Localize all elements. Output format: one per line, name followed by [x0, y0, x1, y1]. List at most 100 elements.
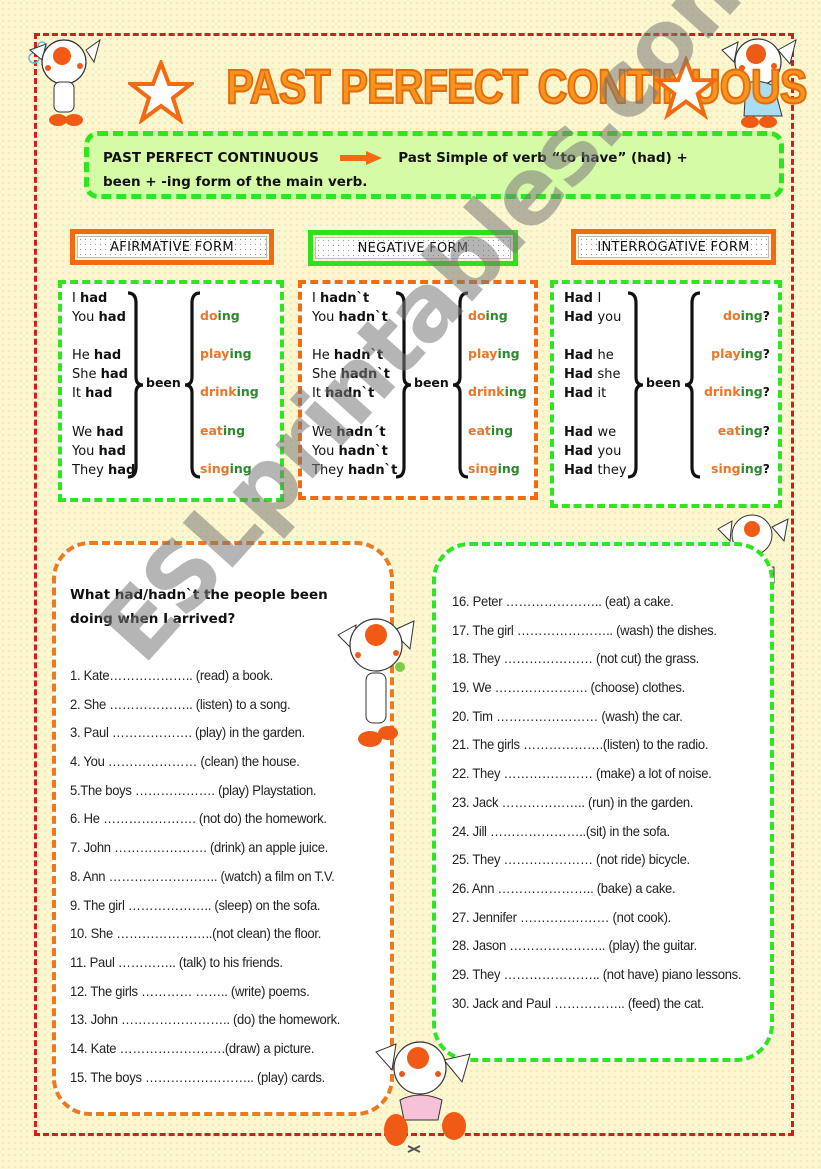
- verb-stem: eat: [200, 423, 223, 438]
- pronoun: he: [597, 348, 614, 363]
- question-mark: ?: [762, 461, 770, 476]
- ing-verb: playing: [200, 346, 252, 361]
- auxiliary: hadn`t: [348, 463, 398, 478]
- pronoun: You: [72, 310, 99, 325]
- subject-line: They hadn`t: [312, 461, 397, 480]
- ing-verb: playing?: [711, 346, 770, 361]
- verb-stem: play: [711, 346, 741, 361]
- pronoun: I: [72, 291, 80, 306]
- verb-stem: do: [468, 308, 486, 323]
- right-brace-icon: [126, 291, 144, 483]
- verb-ing-suffix: ing: [740, 461, 763, 476]
- star-icon: [654, 56, 718, 120]
- exercise-item: 9. The girl ……………….. (sleep) on the sofa…: [70, 896, 321, 913]
- exercise-item: 11. Paul ………….. (talk) to his friends.: [70, 953, 283, 970]
- interrogative-form-label-text: INTERROGATIVE FORM: [578, 236, 769, 258]
- pronoun: you: [597, 444, 622, 459]
- right-brace-icon: [394, 291, 412, 483]
- pronoun: We: [72, 425, 97, 440]
- pronoun: I: [597, 291, 602, 306]
- subject-line: We hadn´t: [312, 423, 386, 442]
- verb-ing-suffix: ing: [217, 308, 240, 323]
- subject-line: Had you: [564, 442, 621, 461]
- subject-line: Had I: [564, 289, 601, 308]
- subject-line: She had: [72, 365, 128, 384]
- rule-term: PAST PERFECT CONTINUOUS: [103, 150, 319, 166]
- exercise-item: 26. Ann ………………….. (bake) a cake.: [452, 879, 676, 896]
- candy-girl-mascot-middle: [330, 605, 420, 755]
- auxiliary: had: [96, 425, 124, 440]
- auxiliary: hadn´t: [336, 425, 386, 440]
- verb-ing-suffix: ing: [740, 346, 763, 361]
- title-row: PAST PERFECT CONTINUOUS: [120, 56, 808, 126]
- exercise-item: 14. Kate …………………….(draw) a picture.: [70, 1039, 315, 1056]
- question-mark: ?: [762, 423, 770, 438]
- exercise-item: 3. Paul ………………. (play) in the garden.: [70, 724, 305, 741]
- pronoun: He: [72, 348, 94, 363]
- subject-line: I had: [72, 289, 107, 308]
- verb-stem: play: [200, 346, 230, 361]
- subject-line: Had you: [564, 308, 621, 327]
- exercise-list-right: 16. Peter ………………….. (eat) a cake. 17. The…: [452, 587, 763, 1017]
- interrogative-form-label: INTERROGATIVE FORM: [571, 229, 776, 265]
- auxiliary: had: [98, 310, 126, 325]
- auxiliary: had: [98, 444, 126, 459]
- pronoun: We: [312, 425, 337, 440]
- pronoun: it: [597, 386, 607, 401]
- auxiliary: hadn`t: [333, 348, 384, 363]
- been-label: been: [146, 375, 181, 390]
- subject-line: I hadn`t: [312, 289, 369, 308]
- auxiliary: had: [100, 367, 128, 382]
- pronoun: It: [312, 386, 326, 401]
- been-label: been: [414, 375, 449, 390]
- exercise-item: 20. Tim …………………… (wash) the car.: [452, 707, 683, 724]
- verb-ing-suffix: ing: [229, 461, 252, 476]
- pronoun: He: [312, 348, 334, 363]
- exercise-item: 23. Jack ……………….. (run) in the garden.: [452, 793, 694, 810]
- exercise-item: 1. Kate……………….. (read) a book.: [70, 667, 273, 683]
- auxiliary: Had: [564, 463, 598, 478]
- verb-ing-suffix: ing: [497, 346, 520, 361]
- verb-ing-suffix: ing: [504, 384, 527, 399]
- candy-girl-icon: [375, 1041, 471, 1153]
- subject-line: She hadn`t: [312, 365, 390, 384]
- pronoun: She: [72, 367, 101, 382]
- verb-ing-suffix: ing: [740, 423, 763, 438]
- verb-ing-suffix: ing: [740, 308, 763, 323]
- subject-line: Had they: [564, 461, 627, 480]
- exercise-item: 16. Peter ………………….. (eat) a cake.: [452, 593, 674, 609]
- affirmative-form-label: AFIRMATIVE FORM: [70, 229, 274, 265]
- ing-verb: doing: [468, 308, 508, 323]
- exercise-item: 24. Jill …………………..(sit) in the sofa.: [452, 822, 670, 839]
- exercise-item: 27. Jennifer ………………… (not cook).: [452, 908, 672, 925]
- been-label: been: [646, 375, 681, 390]
- verb-ing-suffix: ing: [740, 384, 763, 399]
- page-title: PAST PERFECT CONTINUOUS: [225, 60, 808, 115]
- subject-line: Had it: [564, 384, 606, 403]
- pronoun: we: [597, 425, 617, 440]
- exercise-item: 21. The girls ……………….(listen) to the rad…: [452, 736, 709, 753]
- exercise-item: 22. They ………………… (make) a lot of noise.: [452, 765, 712, 782]
- candy-girl-mascot-bottom: [366, 1030, 476, 1158]
- question-mark: ?: [762, 384, 770, 399]
- ing-verb: singing: [468, 461, 520, 476]
- auxiliary: had: [93, 348, 122, 363]
- verb-stem: drink: [200, 384, 237, 399]
- ing-verb: eating?: [718, 423, 770, 438]
- auxiliary: hadn`t: [325, 386, 375, 401]
- auxiliary: hadn`t: [338, 310, 388, 325]
- auxiliary: hadn`t: [340, 367, 390, 382]
- subject-line: He had: [72, 346, 121, 365]
- affirmative-form-label-text: AFIRMATIVE FORM: [77, 236, 267, 258]
- exercise-item: 10. She …………………..(not clean) the floor.: [70, 925, 322, 942]
- auxiliary: Had: [564, 291, 598, 306]
- pronoun: you: [597, 310, 622, 325]
- exercise-item: 15. The boys …………………….. (play) cards.: [70, 1068, 325, 1085]
- right-brace-icon: [626, 291, 644, 483]
- ing-verb: singing: [200, 461, 252, 476]
- pronoun: It: [72, 386, 86, 401]
- verb-stem: do: [723, 308, 741, 323]
- verb-ing-suffix: ing: [222, 423, 246, 438]
- pronoun: She: [312, 367, 341, 382]
- subject-line: It hadn`t: [312, 384, 374, 403]
